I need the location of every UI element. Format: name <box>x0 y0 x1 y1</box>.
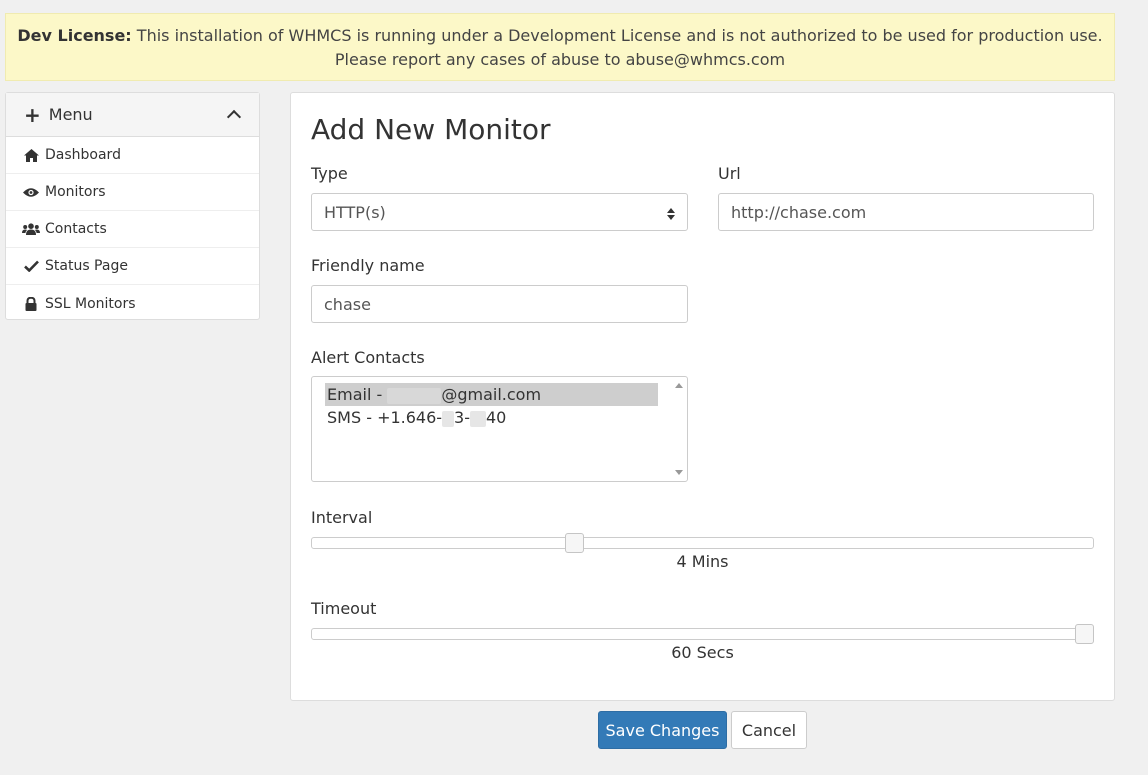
dev-license-banner: Dev License: This installation of WHMCS … <box>5 13 1115 81</box>
url-label: Url <box>718 164 741 183</box>
banner-strong: Dev License: <box>17 26 132 45</box>
banner-text: This installation of WHMCS is running un… <box>131 26 1103 45</box>
timeout-value: 60 Secs <box>671 643 734 662</box>
interval-slider[interactable] <box>311 533 1094 553</box>
users-icon <box>22 222 40 236</box>
page-title: Add New Monitor <box>311 113 551 146</box>
friendly-name-label: Friendly name <box>311 256 425 275</box>
sidebar-item-label: Contacts <box>45 221 107 237</box>
eye-icon <box>22 185 40 199</box>
banner-line-1: Dev License: This installation of WHMCS … <box>6 24 1114 48</box>
option-suffix: 40 <box>486 408 507 427</box>
chevron-up-icon[interactable] <box>227 108 241 122</box>
check-icon <box>22 259 40 273</box>
sidebar-item-ssl-monitors[interactable]: SSL Monitors <box>6 285 259 322</box>
sidebar-item-label: Status Page <box>45 258 128 274</box>
sidebar-item-label: SSL Monitors <box>45 295 136 312</box>
friendly-name-value: chase <box>324 294 371 314</box>
timeout-slider[interactable] <box>311 624 1094 644</box>
scroll-down-icon[interactable] <box>675 470 683 475</box>
plus-icon: + <box>24 102 41 127</box>
sidebar: + Menu Dashboard Monitors Contacts Statu… <box>5 92 260 320</box>
sidebar-item-label: Dashboard <box>45 147 121 163</box>
redacted-block <box>387 387 442 404</box>
sidebar-item-monitors[interactable]: Monitors <box>6 174 259 211</box>
cancel-button[interactable]: Cancel <box>731 711 807 749</box>
menu-header[interactable]: + Menu <box>6 93 259 137</box>
select-arrows-icon <box>667 206 675 220</box>
option-suffix: @gmail.com <box>441 385 542 404</box>
lock-icon <box>22 296 40 311</box>
type-select[interactable]: HTTP(s) <box>311 193 688 231</box>
sidebar-item-label: Monitors <box>45 184 106 200</box>
option-mid: 3- <box>454 408 470 427</box>
alert-contact-sms-option[interactable]: SMS - +1.646- 3- 40 <box>325 406 506 429</box>
alert-contacts-label: Alert Contacts <box>311 348 425 367</box>
sidebar-item-contacts[interactable]: Contacts <box>6 211 259 248</box>
interval-label: Interval <box>311 508 373 527</box>
interval-slider-handle[interactable] <box>565 533 584 553</box>
save-changes-button[interactable]: Save Changes <box>598 711 727 749</box>
sidebar-item-dashboard[interactable]: Dashboard <box>6 137 259 174</box>
timeout-slider-handle[interactable] <box>1075 624 1094 644</box>
type-label: Type <box>311 164 348 183</box>
sidebar-item-status-page[interactable]: Status Page <box>6 248 259 285</box>
alert-contact-email-option[interactable]: Email - @gmail.com <box>325 383 658 406</box>
menu-title: Menu <box>48 105 93 124</box>
home-icon <box>22 148 40 162</box>
add-monitor-panel: Add New Monitor Type HTTP(s) Url http://… <box>290 92 1115 701</box>
url-input[interactable]: http://chase.com <box>718 193 1094 231</box>
redacted-block <box>470 410 486 427</box>
interval-value: 4 Mins <box>676 552 729 571</box>
banner-line-2: Please report any cases of abuse to abus… <box>334 50 786 69</box>
alert-contacts-listbox[interactable]: Email - @gmail.com SMS - +1.646- 3- 40 <box>311 376 688 482</box>
redacted-block <box>442 410 455 427</box>
type-select-value: HTTP(s) <box>324 202 386 222</box>
scroll-up-icon[interactable] <box>675 383 683 388</box>
option-prefix: Email - <box>327 385 388 404</box>
url-input-value: http://chase.com <box>731 202 867 222</box>
friendly-name-input[interactable]: chase <box>311 285 688 323</box>
timeout-label: Timeout <box>311 599 377 618</box>
option-prefix: SMS - +1.646- <box>327 408 443 427</box>
